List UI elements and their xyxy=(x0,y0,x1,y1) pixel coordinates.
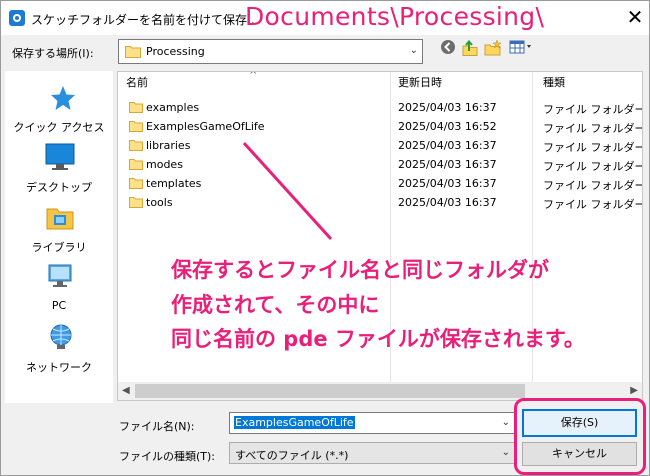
filename-label: ファイル名(N): xyxy=(119,420,195,433)
new-folder-icon[interactable] xyxy=(484,39,502,59)
back-icon[interactable] xyxy=(439,39,457,59)
save-location-label: 保存する場所(I): xyxy=(12,47,94,60)
folder-icon xyxy=(129,178,143,189)
folder-icon xyxy=(129,140,143,151)
column-header-name[interactable]: 名前 xyxy=(126,72,148,94)
save-button-highlight xyxy=(514,398,646,475)
list-item[interactable]: examples 2025/04/03 16:37 ファイル フォルダー xyxy=(118,98,643,117)
place-pc[interactable]: PC xyxy=(5,259,113,317)
pc-icon xyxy=(48,264,72,287)
places-bar: クイック アクセス デスクトップ ライブラリ PC ネットワーク xyxy=(5,71,113,403)
folder-icon xyxy=(129,102,143,113)
network-icon xyxy=(50,324,72,349)
scrollbar-thumb[interactable] xyxy=(135,384,525,398)
folder-icon xyxy=(129,159,143,170)
chevron-down-icon[interactable]: ⌄ xyxy=(502,417,510,428)
quick-access-star-icon xyxy=(51,86,75,110)
file-type: ファイル フォルダー xyxy=(543,198,643,211)
file-date: 2025/04/03 16:37 xyxy=(398,196,497,209)
file-name: templates xyxy=(146,177,202,190)
save-dialog: スケッチフォルダーを名前を付けて保存... Documents\Processi… xyxy=(0,0,650,476)
file-name: ExamplesGameOfLife xyxy=(146,120,265,133)
folder-icon xyxy=(129,197,143,208)
annotation-line: 同じ名前の pde ファイルが保存されます。 xyxy=(171,327,585,351)
list-item[interactable]: modes 2025/04/03 16:37 ファイル フォルダー xyxy=(118,155,643,174)
place-network[interactable]: ネットワーク xyxy=(5,319,113,377)
list-item[interactable]: ExamplesGameOfLife 2025/04/03 16:52 ファイル… xyxy=(118,117,643,136)
column-header-date[interactable]: 更新日時 xyxy=(398,72,442,94)
save-location-combo[interactable]: Processing ⌄ xyxy=(118,39,423,64)
file-name: libraries xyxy=(146,139,191,152)
list-item[interactable]: templates 2025/04/03 16:37 ファイル フォルダー xyxy=(118,174,643,193)
place-library[interactable]: ライブラリ xyxy=(5,199,113,257)
window-title: スケッチフォルダーを名前を付けて保存... xyxy=(31,13,259,27)
processing-app-icon xyxy=(9,10,25,26)
file-type: ファイル フォルダー xyxy=(543,160,643,173)
place-label: クイック アクセス xyxy=(13,121,105,134)
file-name: examples xyxy=(146,101,200,114)
file-name: tools xyxy=(146,196,173,209)
file-type: ファイル フォルダー xyxy=(543,103,643,116)
file-type: ファイル フォルダー xyxy=(543,122,643,135)
title-bar: スケッチフォルダーを名前を付けて保存... Documents\Processi… xyxy=(1,1,649,35)
close-button[interactable]: ✕ xyxy=(621,3,649,31)
file-name: modes xyxy=(146,158,183,171)
place-label: デスクトップ xyxy=(26,181,92,194)
file-date: 2025/04/03 16:37 xyxy=(398,158,497,171)
place-label: PC xyxy=(51,299,67,312)
column-header-type[interactable]: 種類 xyxy=(543,72,565,94)
folder-icon xyxy=(125,46,141,58)
library-icon xyxy=(46,208,74,230)
filetype-value: すべてのファイル (*.*) xyxy=(235,449,349,462)
file-type: ファイル フォルダー xyxy=(543,141,643,154)
annotation-message: 保存するとファイル名と同じフォルダが 作成されて、その中に 同じ名前の pde … xyxy=(171,253,585,357)
file-type: ファイル フォルダー xyxy=(543,179,643,192)
sort-ascending-icon: ^ xyxy=(249,71,258,81)
desktop-icon xyxy=(45,143,75,170)
list-item[interactable]: libraries 2025/04/03 16:37 ファイル フォルダー xyxy=(118,136,643,155)
file-date: 2025/04/03 16:37 xyxy=(398,177,497,190)
scroll-left-icon[interactable]: ◀ xyxy=(122,385,130,396)
folder-icon xyxy=(129,121,143,132)
filename-input[interactable]: ExamplesGameOfLife ⌄ xyxy=(229,412,515,434)
file-date: 2025/04/03 16:52 xyxy=(398,120,497,133)
annotation-line: 保存するとファイル名と同じフォルダが xyxy=(171,258,549,282)
file-date: 2025/04/03 16:37 xyxy=(398,101,497,114)
filetype-select[interactable]: すべてのファイル (*.*) ⌄ xyxy=(229,442,515,464)
place-label: ライブラリ xyxy=(31,241,87,254)
place-label: ネットワーク xyxy=(26,361,92,374)
path-annotation: Documents\Processing\ xyxy=(245,2,545,31)
file-date: 2025/04/03 16:37 xyxy=(398,139,497,152)
scroll-right-icon[interactable]: ▶ xyxy=(630,385,638,396)
place-desktop[interactable]: デスクトップ xyxy=(5,139,113,197)
annotation-line: 作成されて、その中に xyxy=(171,292,380,317)
save-location-value: Processing xyxy=(146,45,205,58)
chevron-down-icon: ⌄ xyxy=(501,447,510,458)
filename-value: ExamplesGameOfLife xyxy=(234,416,355,429)
place-quick-access[interactable]: クイック アクセス xyxy=(5,79,113,137)
filetype-label: ファイルの種類(T): xyxy=(119,450,216,463)
view-menu-icon[interactable] xyxy=(508,39,536,59)
up-folder-icon[interactable] xyxy=(461,39,479,59)
list-item[interactable]: tools 2025/04/03 16:37 ファイル フォルダー xyxy=(118,193,643,212)
chevron-down-icon: ⌄ xyxy=(409,45,418,56)
